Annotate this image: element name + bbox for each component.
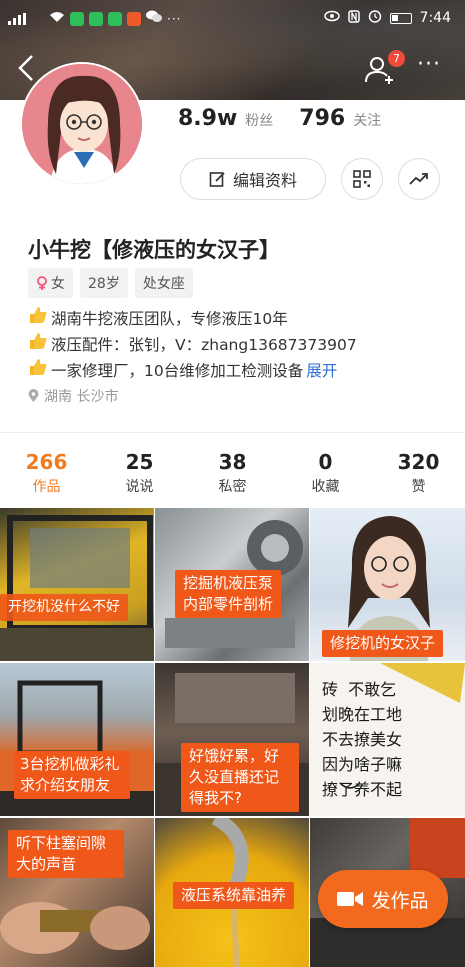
video-caption: 液压系统靠油养 <box>173 882 295 909</box>
avatar[interactable] <box>20 62 144 186</box>
video-caption: 开挖机没什么不好 <box>0 594 128 621</box>
app-icon <box>70 11 84 26</box>
avatar-illustration <box>22 64 142 184</box>
location-text: 湖南 长沙市 <box>44 389 119 405</box>
profile-bio: 湖南牛挖液压团队，专修液压10年 液压配件：张钊，V：zhang13687373… <box>28 306 357 384</box>
followers-count[interactable]: 8.9w <box>178 106 237 131</box>
bio-line: 湖南牛挖液压团队，专修液压10年 <box>28 306 357 332</box>
content-tabs: 266 作品 25 说说 38 私密 0 收藏 320 赞 <box>0 450 465 496</box>
more-button[interactable]: ··· <box>417 52 449 82</box>
chat-icon <box>146 10 162 27</box>
divider <box>0 432 465 433</box>
video-tile[interactable]: 开挖机没什么不好 <box>0 508 154 661</box>
bio-line: 液压配件：张钊，V：zhang13687373907 <box>28 332 357 358</box>
video-tile[interactable]: 好饿好累，好久没直播还记得我不? <box>155 663 309 816</box>
expand-link[interactable]: 展开 <box>306 358 337 384</box>
handwritten-note-text: 砖 不敢乞 划晚在工地 不去撩美女 因为啥子嘛 撩了养不起 <box>322 680 403 799</box>
trend-button[interactable] <box>398 158 440 200</box>
thumbs-up-icon <box>28 306 48 332</box>
wifi-icon <box>49 11 65 27</box>
profile-tags: 女 28岁 处女座 <box>28 268 193 298</box>
location-pin-icon <box>28 389 39 402</box>
video-camera-icon <box>337 892 364 906</box>
signal-icon <box>8 12 44 25</box>
tab-likes[interactable]: 320 赞 <box>372 450 465 496</box>
followers-label[interactable]: 粉丝 <box>245 110 273 130</box>
zodiac-tag: 处女座 <box>134 268 193 298</box>
video-caption: 好饿好累，好久没直播还记得我不? <box>181 743 299 812</box>
tab-works[interactable]: 266 作品 <box>0 450 93 496</box>
video-caption: 修挖机的女汉子 <box>322 630 444 657</box>
bio-line: 一家修理厂，10台维修加工检测设备 展开 <box>28 358 357 384</box>
video-caption: 挖掘机液压泵内部零件剖析 <box>175 570 281 618</box>
battery-icon <box>389 12 412 24</box>
age-tag: 28岁 <box>80 268 128 298</box>
app-icon <box>127 11 141 26</box>
tab-posts[interactable]: 25 说说 <box>93 450 186 496</box>
tab-private[interactable]: 38 私密 <box>186 450 279 496</box>
video-tile[interactable]: 修挖机的女汉子 <box>310 508 465 661</box>
nfc-icon <box>347 9 360 27</box>
publish-button[interactable]: 发作品 <box>318 870 448 928</box>
clock: 7:44 <box>419 10 451 26</box>
excavator-cab-image <box>0 515 154 661</box>
tab-favorites[interactable]: 0 收藏 <box>279 450 372 496</box>
video-tile[interactable]: 挖掘机液压泵内部零件剖析 <box>155 508 309 661</box>
video-tile[interactable]: 3台挖机做彩礼求介绍女朋友 <box>0 663 154 816</box>
following-count[interactable]: 796 <box>299 106 345 131</box>
edit-profile-label: 编辑资料 <box>232 171 297 190</box>
location: 湖南 长沙市 <box>28 386 118 406</box>
notification-badge: 7 <box>388 50 405 67</box>
video-tile[interactable]: 液压系统靠油养 <box>155 818 309 967</box>
video-tile[interactable]: 听下柱塞间隙大的声音 <box>0 818 154 967</box>
video-tile[interactable]: 砖 不敢乞 划晚在工地 不去撩美女 因为啥子嘛 撩了养不起 <box>310 663 465 816</box>
edit-profile-button[interactable]: 编辑资料 <box>180 158 326 200</box>
following-label[interactable]: 关注 <box>353 110 381 130</box>
qr-code-button[interactable] <box>341 158 383 200</box>
thumbs-up-icon <box>28 332 48 358</box>
app-icon <box>89 11 103 26</box>
more-notifications: ··· <box>167 11 182 26</box>
app-icon <box>108 11 122 26</box>
profile-name: 小牛挖【修液压的女汉子】 <box>28 238 280 262</box>
publish-label: 发作品 <box>371 889 429 912</box>
trend-up-icon <box>409 173 428 185</box>
thumbs-up-icon <box>28 358 48 384</box>
edit-icon <box>209 172 225 187</box>
female-icon <box>37 276 47 290</box>
follow-stats: 8.9w 粉丝 796 关注 <box>178 106 399 131</box>
alarm-icon <box>368 9 382 27</box>
video-caption: 3台挖机做彩礼求介绍女朋友 <box>14 751 130 799</box>
video-caption: 听下柱塞间隙大的声音 <box>8 830 124 878</box>
eye-icon <box>323 10 340 26</box>
qr-code-icon <box>353 170 371 188</box>
status-bar: ··· 7:44 <box>0 0 465 36</box>
gender-tag: 女 <box>28 268 73 298</box>
